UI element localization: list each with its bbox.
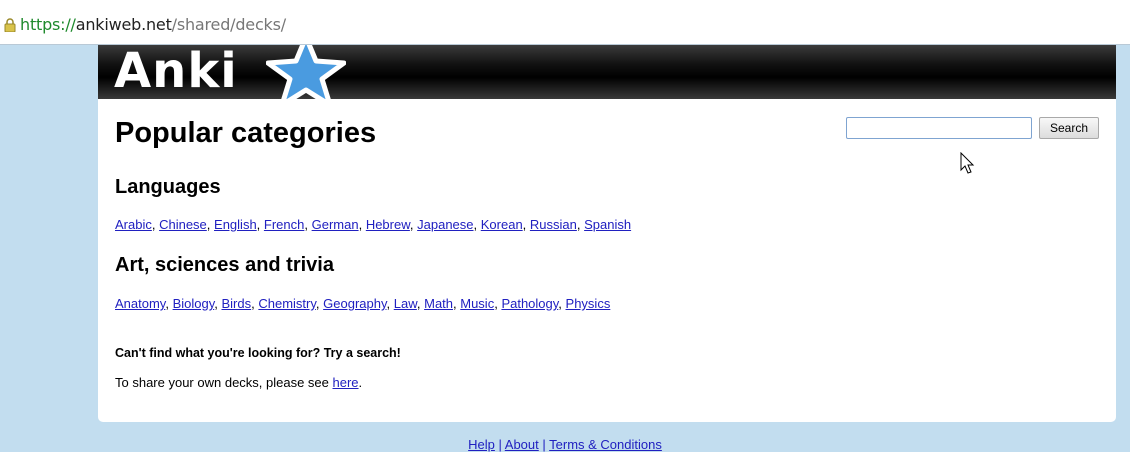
language-link-japanese[interactable]: Japanese [417, 217, 473, 232]
language-link-korean[interactable]: Korean [481, 217, 523, 232]
site-header: Anki [98, 45, 1116, 99]
language-link-hebrew[interactable]: Hebrew [366, 217, 410, 232]
subject-link-law[interactable]: Law [394, 296, 417, 311]
address-bar[interactable]: https://ankiweb.net/shared/decks/ [0, 0, 1130, 45]
language-link-arabic[interactable]: Arabic [115, 217, 152, 232]
url-host: ankiweb.net [75, 15, 172, 34]
share-prefix: To share your own decks, please see [115, 375, 333, 390]
url-scheme: https:// [20, 15, 76, 34]
languages-heading: Languages [115, 176, 221, 198]
footer: Help | About | Terms & Conditions [0, 437, 1130, 452]
language-link-chinese[interactable]: Chinese [159, 217, 207, 232]
subject-link-chemistry[interactable]: Chemistry [258, 296, 316, 311]
page-container: Anki Popular categories Search Languages… [98, 45, 1116, 422]
language-link-english[interactable]: English [214, 217, 257, 232]
mouse-cursor-icon [960, 152, 975, 174]
search-button[interactable]: Search [1039, 117, 1099, 139]
arts-links: Anatomy, Biology, Birds, Chemistry, Geog… [115, 296, 610, 311]
link-separator: , [151, 217, 160, 232]
link-separator: , [358, 217, 366, 232]
arts-heading: Art, sciences and trivia [115, 254, 334, 276]
link-separator: , [473, 217, 481, 232]
link-separator: , [386, 296, 394, 311]
subject-link-birds[interactable]: Birds [222, 296, 252, 311]
page-title: Popular categories [115, 117, 377, 149]
footer-link-terms-conditions[interactable]: Terms & Conditions [549, 437, 662, 452]
logo-text[interactable]: Anki [114, 45, 238, 99]
subject-link-math[interactable]: Math [424, 296, 453, 311]
link-separator: , [165, 296, 173, 311]
link-separator: , [214, 296, 222, 311]
link-separator: , [522, 217, 530, 232]
link-separator: , [304, 217, 312, 232]
share-suffix: . [358, 375, 363, 390]
link-separator: , [206, 217, 215, 232]
subject-link-anatomy[interactable]: Anatomy [115, 296, 165, 311]
share-text: To share your own decks, please see here… [115, 375, 362, 390]
link-separator: , [256, 217, 264, 232]
footer-separator: | [538, 437, 550, 452]
url-path: /shared/decks/ [171, 15, 286, 34]
language-link-russian[interactable]: Russian [530, 217, 577, 232]
subject-link-biology[interactable]: Biology [173, 296, 215, 311]
languages-links: Arabic, Chinese, English, French, German… [115, 217, 631, 232]
language-link-spanish[interactable]: Spanish [584, 217, 631, 232]
url-text[interactable]: https://ankiweb.net/shared/decks/ [20, 15, 286, 34]
share-here-link[interactable]: here [333, 375, 359, 390]
language-link-german[interactable]: German [312, 217, 359, 232]
search-input[interactable] [846, 117, 1032, 139]
footer-link-about[interactable]: About [505, 437, 539, 452]
subject-link-geography[interactable]: Geography [323, 296, 386, 311]
cant-find-text: Can't find what you're looking for? Try … [115, 346, 401, 360]
star-logo-icon[interactable] [266, 45, 346, 99]
subject-link-physics[interactable]: Physics [566, 296, 611, 311]
footer-link-help[interactable]: Help [468, 437, 495, 452]
subject-link-pathology[interactable]: Pathology [501, 296, 558, 311]
language-link-french[interactable]: French [264, 217, 304, 232]
link-separator: , [558, 296, 566, 311]
lock-icon [4, 18, 16, 32]
footer-separator: | [494, 437, 505, 452]
subject-link-music[interactable]: Music [460, 296, 494, 311]
